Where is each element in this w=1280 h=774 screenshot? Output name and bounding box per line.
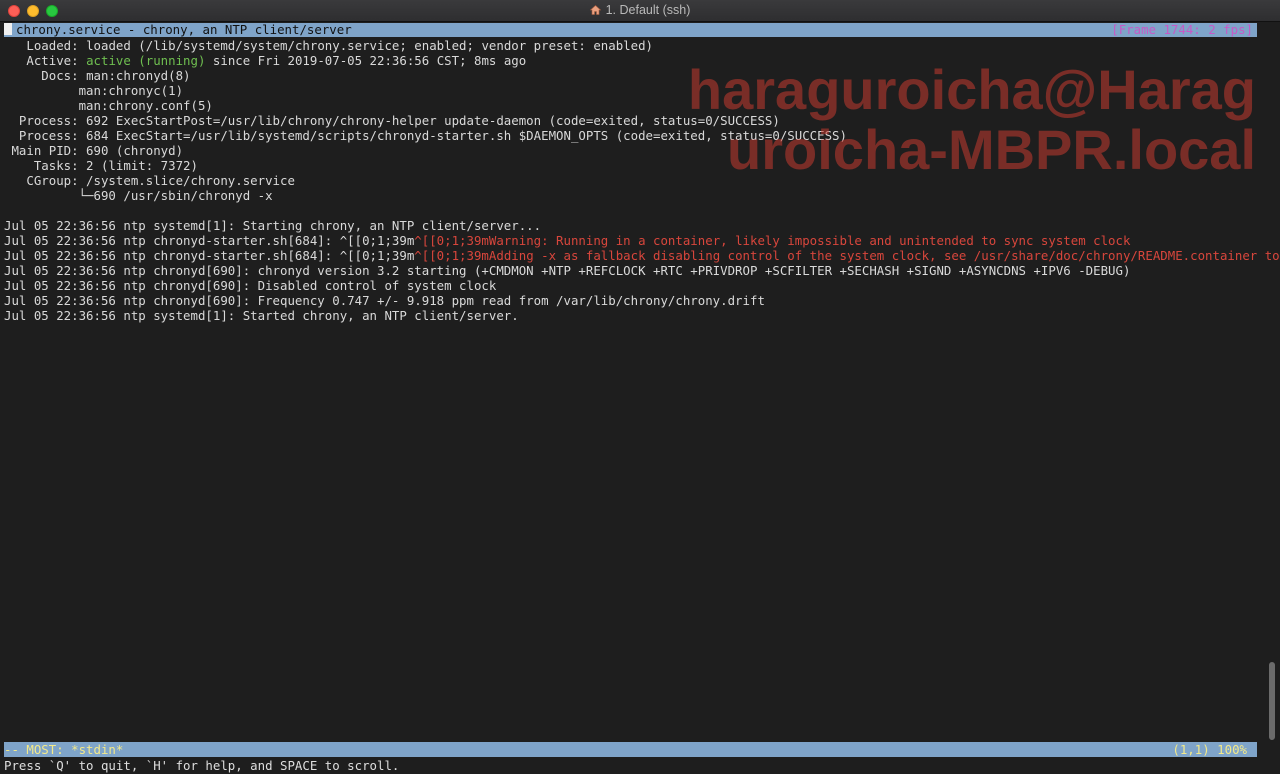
pager-help-line: Press `Q' to quit, `H' for help, and SPA… xyxy=(4,758,400,773)
unit-header-bar: chrony.service - chrony, an NTP client/s… xyxy=(4,23,1257,37)
log-line: Jul 05 22:36:56 ntp systemd[1]: Starting… xyxy=(4,218,542,233)
log-line: Jul 05 22:36:56 ntp chronyd[690]: Freque… xyxy=(4,293,765,308)
unit-title: chrony.service - chrony, an NTP client/s… xyxy=(16,22,352,37)
log-line-warning: Jul 05 22:36:56 ntp chronyd-starter.sh[6… xyxy=(4,248,1280,263)
pager-position: (1,1) 100% xyxy=(1172,742,1247,757)
cursor-block-icon xyxy=(4,23,12,35)
docs-line: man:chronyc(1) xyxy=(4,83,184,98)
frame-counter: [Frame 1744: 2 fps] xyxy=(1111,22,1253,37)
title-bar: 1. Default (ssh) xyxy=(0,0,1280,22)
cgroup-child-line: └─690 /usr/sbin/chronyd -x xyxy=(4,188,273,203)
watermark-line: haraguroicha@Harag xyxy=(687,58,1256,121)
pager-status-bar: -- MOST: *stdin* (1,1) 100% xyxy=(4,742,1257,757)
terminal-window: 1. Default (ssh) chrony.service - chrony… xyxy=(0,0,1280,774)
house-icon xyxy=(589,5,601,15)
window-title: 1. Default (ssh) xyxy=(605,3,691,17)
log-line: Jul 05 22:36:56 ntp chronyd[690]: Disabl… xyxy=(4,278,497,293)
docs-line: man:chrony.conf(5) xyxy=(4,98,213,113)
process-line: Process: 684 ExecStart=/usr/lib/systemd/… xyxy=(4,128,847,143)
scrollbar-thumb[interactable] xyxy=(1269,662,1275,740)
main-pid-line: Main PID: 690 (chronyd) xyxy=(4,143,184,158)
cgroup-line: CGroup: /system.slice/chrony.service xyxy=(4,173,295,188)
log-line: Jul 05 22:36:56 ntp systemd[1]: Started … xyxy=(4,308,519,323)
active-line: Active: active (running) since Fri 2019-… xyxy=(4,53,527,68)
docs-line: Docs: man:chronyd(8) xyxy=(4,68,191,83)
pager-status-left: -- MOST: *stdin* xyxy=(4,742,124,757)
tasks-line: Tasks: 2 (limit: 7372) xyxy=(4,158,198,173)
log-line-warning: Jul 05 22:36:56 ntp chronyd-starter.sh[6… xyxy=(4,233,1131,248)
warning-text: ^[[0;1;39mAdding -x as fallback disablin… xyxy=(414,248,1280,263)
process-line: Process: 692 ExecStartPost=/usr/lib/chro… xyxy=(4,113,780,128)
terminal-content[interactable]: chrony.service - chrony, an NTP client/s… xyxy=(0,22,1280,774)
loaded-line: Loaded: loaded (/lib/systemd/system/chro… xyxy=(4,38,654,53)
window-title-container: 1. Default (ssh) xyxy=(0,0,1280,22)
active-state: active (running) xyxy=(78,53,206,68)
log-line: Jul 05 22:36:56 ntp chronyd[690]: chrony… xyxy=(4,263,1131,278)
warning-text: ^[[0;1;39mWarning: Running in a containe… xyxy=(414,233,1131,248)
